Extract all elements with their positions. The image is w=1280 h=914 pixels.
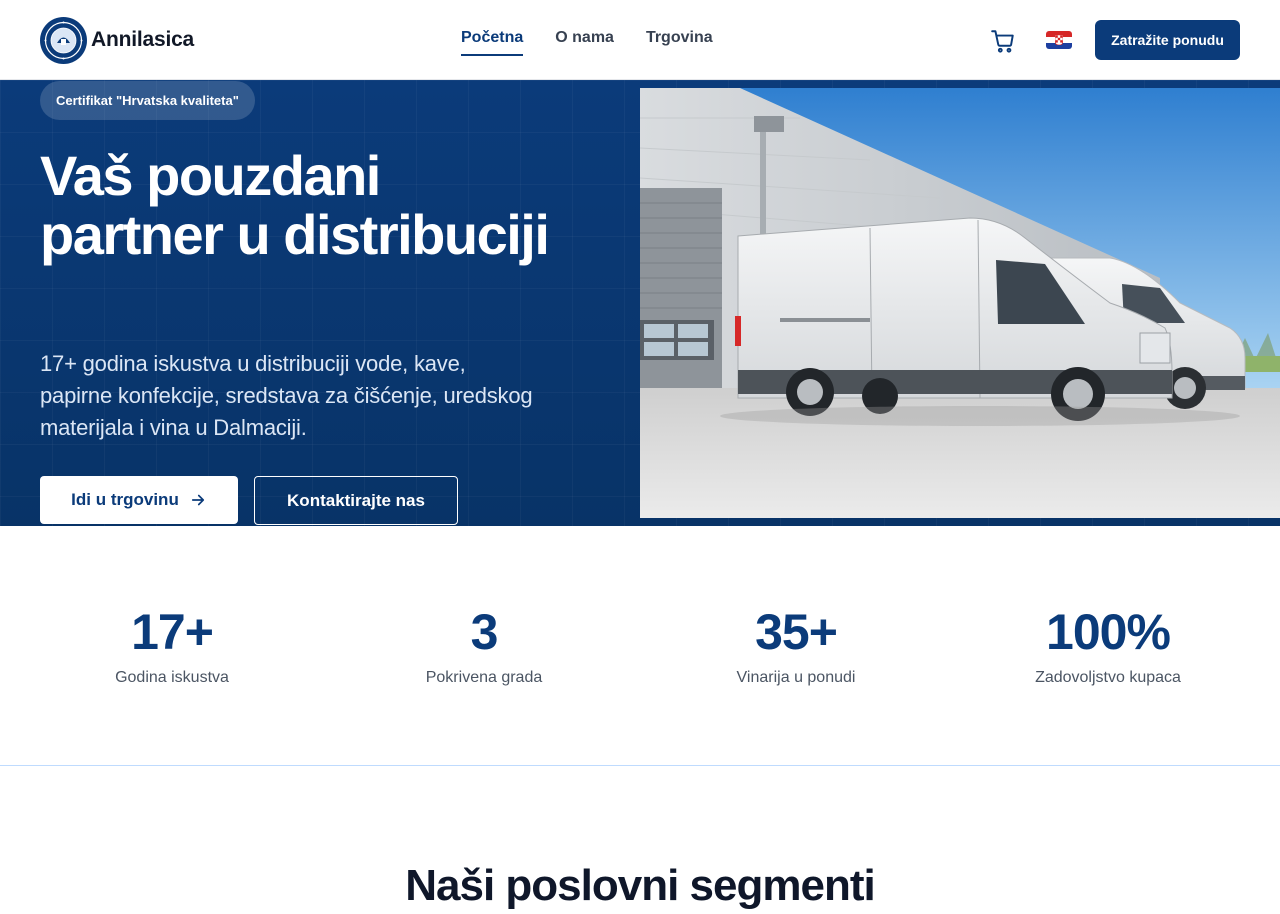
stat-label: Vinarija u ponudi [736, 669, 856, 686]
nav-link-o-nama[interactable]: O nama [555, 28, 614, 56]
brand-link[interactable]: Annilasica [40, 16, 194, 64]
go-to-shop-button[interactable]: Idi u trgovinu [40, 476, 238, 524]
stat-value: 17+ [131, 604, 214, 660]
shopping-cart-icon [991, 30, 1014, 53]
language-selector[interactable] [1046, 31, 1072, 49]
site-header: Annilasica Početna O nama Trgovina Zatra… [0, 0, 1280, 80]
stat-wineries: 35+ Vinarija u ponudi [656, 604, 936, 688]
contact-us-button[interactable]: Kontaktirajte nas [254, 476, 458, 525]
nav-link-pocetna[interactable]: Početna [461, 28, 524, 56]
go-to-shop-label: Idi u trgovinu [71, 490, 179, 509]
stat-label: Zadovoljstvo kupaca [1035, 669, 1181, 686]
main-nav: Početna O nama Trgovina [461, 28, 713, 56]
request-quote-button[interactable]: Zatražite ponudu [1095, 20, 1240, 60]
stat-satisfaction: 100% Zadovoljstvo kupaca [968, 604, 1248, 688]
hero-image-delivery-vans [640, 88, 1280, 518]
segments-title: Naši poslovni segmenti [405, 861, 875, 910]
hero-title: Vaš pouzdani partner u distribuciji [40, 144, 550, 266]
hero-section: Certifikat "Hrvatska kvaliteta" Vaš pouz… [0, 80, 1280, 526]
nav-link-trgovina[interactable]: Trgovina [646, 28, 713, 56]
stat-value: 3 [470, 604, 499, 660]
stat-value: 35+ [755, 604, 838, 660]
quality-certificate-badge: Certifikat "Hrvatska kvaliteta" [40, 81, 255, 120]
brand-name: Annilasica [91, 28, 195, 51]
stat-value: 100% [1046, 604, 1171, 660]
arrow-right-icon [191, 494, 204, 506]
croatian-flag-icon [1046, 31, 1072, 49]
company-seal-logo [40, 16, 87, 64]
cart-button[interactable] [990, 28, 1016, 54]
stats-section: 17+ Godina iskustva 3 Pokrivena grada 35… [0, 526, 1280, 766]
hero-subtitle: 17+ godina iskustva u distribuciji vode,… [40, 351, 533, 440]
stat-label: Pokrivena grada [425, 669, 543, 686]
stat-years: 17+ Godina iskustva [32, 604, 312, 688]
stat-cities: 3 Pokrivena grada [344, 604, 624, 688]
stat-label: Godina iskustva [115, 669, 229, 686]
